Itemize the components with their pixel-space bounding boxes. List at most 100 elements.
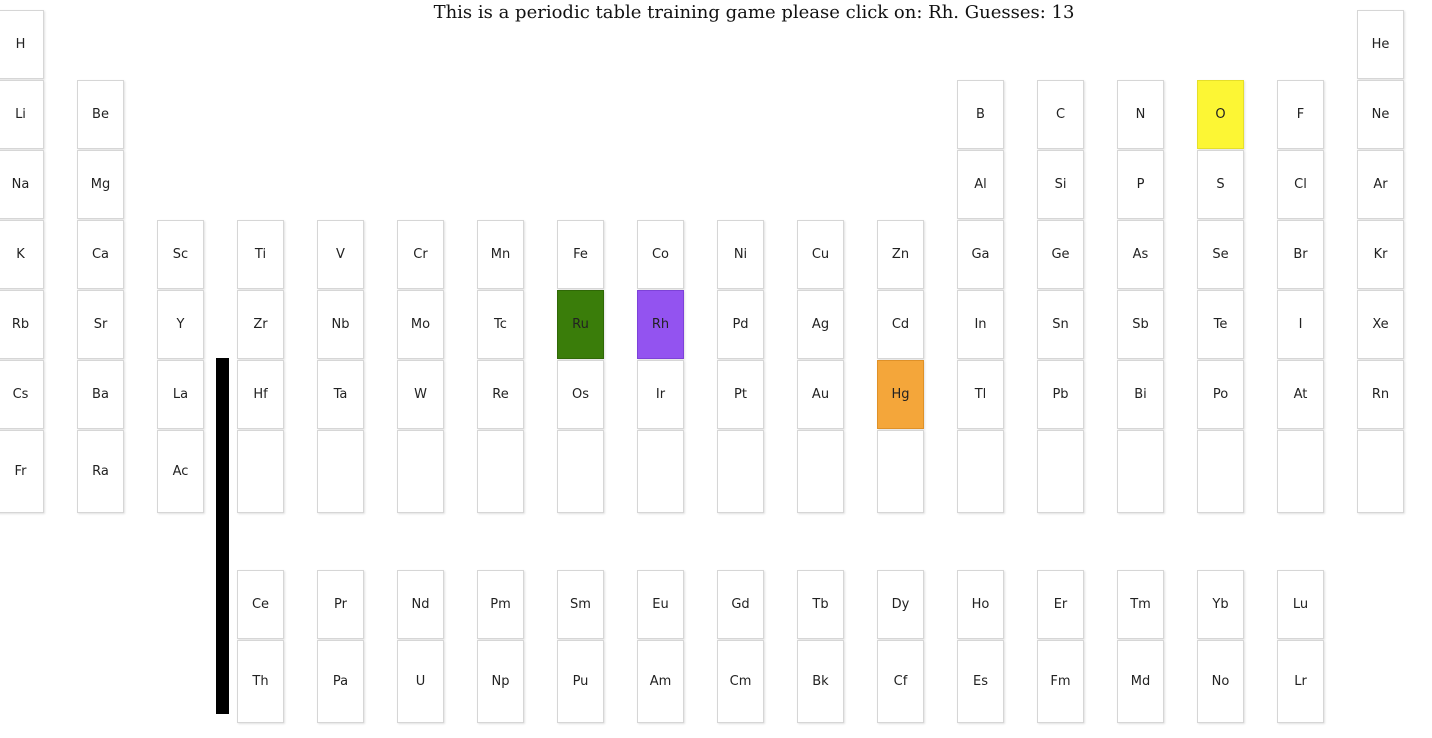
element-cell-ar[interactable]: Ar: [1357, 150, 1404, 219]
element-cell-f[interactable]: F: [1277, 80, 1324, 149]
element-cell-ir[interactable]: Ir: [637, 360, 684, 429]
element-cell-ni[interactable]: Ni: [717, 220, 764, 289]
element-cell-br[interactable]: Br: [1277, 220, 1324, 289]
element-cell-o[interactable]: O: [1197, 80, 1244, 149]
element-cell-mg[interactable]: Mg: [77, 150, 124, 219]
element-cell-am[interactable]: Am: [637, 640, 684, 723]
element-cell-he[interactable]: He: [1357, 10, 1404, 79]
element-cell-cf[interactable]: Cf: [877, 640, 924, 723]
element-cell-cl[interactable]: Cl: [1277, 150, 1324, 219]
element-cell-pt[interactable]: Pt: [717, 360, 764, 429]
element-cell-pr[interactable]: Pr: [317, 570, 364, 639]
element-cell-no[interactable]: No: [1197, 640, 1244, 723]
element-cell-zn[interactable]: Zn: [877, 220, 924, 289]
element-cell-fm[interactable]: Fm: [1037, 640, 1084, 723]
element-cell-in[interactable]: In: [957, 290, 1004, 359]
empty-cell[interactable]: [557, 430, 604, 513]
element-cell-er[interactable]: Er: [1037, 570, 1084, 639]
element-cell-tb[interactable]: Tb: [797, 570, 844, 639]
element-cell-as[interactable]: As: [1117, 220, 1164, 289]
element-cell-ba[interactable]: Ba: [77, 360, 124, 429]
element-cell-sb[interactable]: Sb: [1117, 290, 1164, 359]
element-cell-hf[interactable]: Hf: [237, 360, 284, 429]
element-cell-xe[interactable]: Xe: [1357, 290, 1404, 359]
element-cell-at[interactable]: At: [1277, 360, 1324, 429]
empty-cell[interactable]: [957, 430, 1004, 513]
element-cell-v[interactable]: V: [317, 220, 364, 289]
empty-cell[interactable]: [877, 430, 924, 513]
element-cell-yb[interactable]: Yb: [1197, 570, 1244, 639]
element-cell-hg[interactable]: Hg: [877, 360, 924, 429]
element-cell-p[interactable]: P: [1117, 150, 1164, 219]
element-cell-pu[interactable]: Pu: [557, 640, 604, 723]
element-cell-np[interactable]: Np: [477, 640, 524, 723]
element-cell-rn[interactable]: Rn: [1357, 360, 1404, 429]
element-cell-nb[interactable]: Nb: [317, 290, 364, 359]
element-cell-la[interactable]: La: [157, 360, 204, 429]
element-cell-cs[interactable]: Cs: [0, 360, 44, 429]
element-cell-ta[interactable]: Ta: [317, 360, 364, 429]
element-cell-cu[interactable]: Cu: [797, 220, 844, 289]
empty-cell[interactable]: [317, 430, 364, 513]
element-cell-po[interactable]: Po: [1197, 360, 1244, 429]
element-cell-fe[interactable]: Fe: [557, 220, 604, 289]
element-cell-cm[interactable]: Cm: [717, 640, 764, 723]
element-cell-i[interactable]: I: [1277, 290, 1324, 359]
element-cell-cr[interactable]: Cr: [397, 220, 444, 289]
empty-cell[interactable]: [637, 430, 684, 513]
element-cell-ag[interactable]: Ag: [797, 290, 844, 359]
element-cell-na[interactable]: Na: [0, 150, 44, 219]
element-cell-kr[interactable]: Kr: [1357, 220, 1404, 289]
element-cell-nd[interactable]: Nd: [397, 570, 444, 639]
element-cell-cd[interactable]: Cd: [877, 290, 924, 359]
element-cell-ac[interactable]: Ac: [157, 430, 204, 513]
element-cell-u[interactable]: U: [397, 640, 444, 723]
element-cell-dy[interactable]: Dy: [877, 570, 924, 639]
element-cell-sr[interactable]: Sr: [77, 290, 124, 359]
element-cell-tm[interactable]: Tm: [1117, 570, 1164, 639]
element-cell-pa[interactable]: Pa: [317, 640, 364, 723]
element-cell-sc[interactable]: Sc: [157, 220, 204, 289]
element-cell-ge[interactable]: Ge: [1037, 220, 1084, 289]
empty-cell[interactable]: [717, 430, 764, 513]
element-cell-sm[interactable]: Sm: [557, 570, 604, 639]
element-cell-be[interactable]: Be: [77, 80, 124, 149]
empty-cell[interactable]: [1197, 430, 1244, 513]
empty-cell[interactable]: [397, 430, 444, 513]
element-cell-bi[interactable]: Bi: [1117, 360, 1164, 429]
element-cell-pd[interactable]: Pd: [717, 290, 764, 359]
element-cell-lr[interactable]: Lr: [1277, 640, 1324, 723]
element-cell-h[interactable]: H: [0, 10, 44, 79]
empty-cell[interactable]: [797, 430, 844, 513]
element-cell-sn[interactable]: Sn: [1037, 290, 1084, 359]
element-cell-mn[interactable]: Mn: [477, 220, 524, 289]
element-cell-es[interactable]: Es: [957, 640, 1004, 723]
empty-cell[interactable]: [1277, 430, 1324, 513]
element-cell-os[interactable]: Os: [557, 360, 604, 429]
element-cell-ti[interactable]: Ti: [237, 220, 284, 289]
element-cell-au[interactable]: Au: [797, 360, 844, 429]
element-cell-pb[interactable]: Pb: [1037, 360, 1084, 429]
empty-cell[interactable]: [1117, 430, 1164, 513]
element-cell-b[interactable]: B: [957, 80, 1004, 149]
element-cell-k[interactable]: K: [0, 220, 44, 289]
element-cell-co[interactable]: Co: [637, 220, 684, 289]
element-cell-rb[interactable]: Rb: [0, 290, 44, 359]
element-cell-lu[interactable]: Lu: [1277, 570, 1324, 639]
element-cell-th[interactable]: Th: [237, 640, 284, 723]
element-cell-y[interactable]: Y: [157, 290, 204, 359]
element-cell-te[interactable]: Te: [1197, 290, 1244, 359]
element-cell-zr[interactable]: Zr: [237, 290, 284, 359]
element-cell-c[interactable]: C: [1037, 80, 1084, 149]
element-cell-pm[interactable]: Pm: [477, 570, 524, 639]
element-cell-n[interactable]: N: [1117, 80, 1164, 149]
element-cell-si[interactable]: Si: [1037, 150, 1084, 219]
empty-cell[interactable]: [1037, 430, 1084, 513]
element-cell-bk[interactable]: Bk: [797, 640, 844, 723]
element-cell-ne[interactable]: Ne: [1357, 80, 1404, 149]
element-cell-s[interactable]: S: [1197, 150, 1244, 219]
element-cell-gd[interactable]: Gd: [717, 570, 764, 639]
empty-cell[interactable]: [1357, 430, 1404, 513]
element-cell-fr[interactable]: Fr: [0, 430, 44, 513]
element-cell-ce[interactable]: Ce: [237, 570, 284, 639]
